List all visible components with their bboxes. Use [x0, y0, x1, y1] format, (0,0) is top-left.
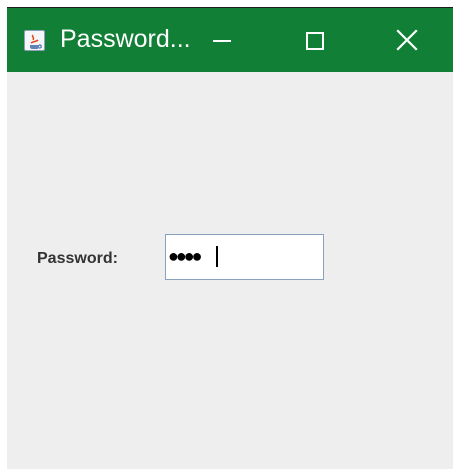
close-icon	[396, 29, 418, 51]
minimize-icon	[213, 40, 231, 42]
maximize-icon	[306, 32, 324, 50]
password-mask: ●●●●	[168, 246, 202, 266]
text-cursor	[216, 246, 218, 267]
maximize-button[interactable]	[271, 8, 359, 72]
password-label: Password:	[37, 250, 118, 267]
window-title: Password...	[60, 25, 191, 53]
title-bar[interactable]: Password...	[7, 8, 453, 72]
minimize-button[interactable]	[178, 8, 266, 72]
java-app-icon	[24, 30, 45, 51]
password-window: Password... Password: ●●●●	[7, 7, 453, 469]
close-button[interactable]	[365, 8, 453, 72]
password-input[interactable]: ●●●●	[165, 234, 324, 280]
